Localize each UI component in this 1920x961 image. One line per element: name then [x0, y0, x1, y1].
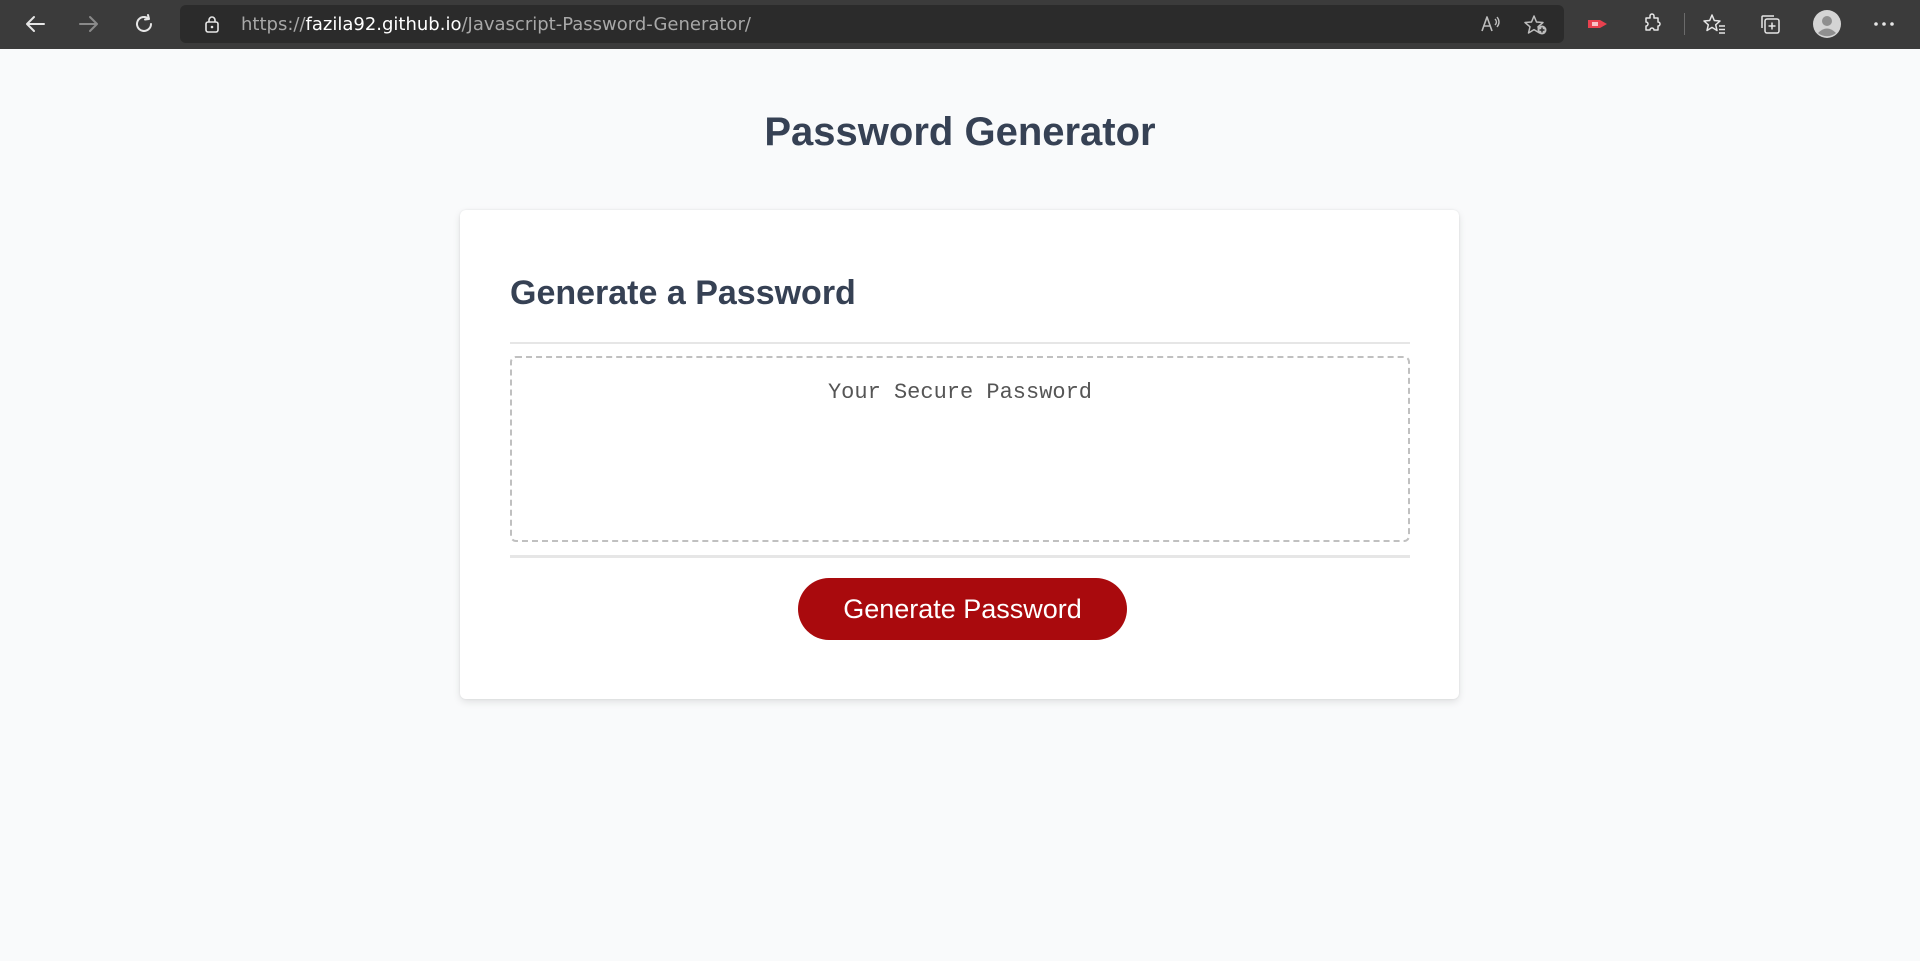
favorites-icon: [1703, 14, 1725, 34]
collections-icon: [1761, 15, 1780, 34]
lock-icon[interactable]: [204, 15, 220, 38]
profile-button[interactable]: [1810, 8, 1844, 40]
back-button[interactable]: [18, 8, 52, 40]
read-aloud-icon[interactable]: [1480, 14, 1502, 39]
url-scheme: https://: [241, 14, 306, 35]
more-button[interactable]: [1867, 8, 1901, 40]
more-icon: [1874, 22, 1894, 26]
extension-red-icon: [1588, 20, 1607, 28]
add-favorite-icon[interactable]: [1524, 14, 1548, 41]
back-icon: [26, 16, 45, 32]
url-path: /Javascript-Password-Generator/: [461, 14, 751, 35]
extensions-icon: [1645, 13, 1661, 31]
forward-icon: [79, 16, 98, 32]
browser-toolbar: https://fazila92.github.io/Javascript-Pa…: [0, 0, 1920, 49]
card-title: Generate a Password: [510, 274, 856, 312]
address-bar[interactable]: https://fazila92.github.io/Javascript-Pa…: [180, 5, 1564, 43]
page-content: Password Generator Generate a Password G…: [0, 49, 1920, 961]
password-output[interactable]: [510, 356, 1410, 542]
card-divider-bottom: [510, 555, 1410, 558]
page-title: Password Generator: [764, 110, 1156, 154]
favorites-button[interactable]: [1698, 8, 1732, 40]
forward-button[interactable]: [72, 8, 106, 40]
extension-red-button[interactable]: [1581, 8, 1615, 40]
generator-card: Generate a Password Generate Password: [460, 210, 1459, 699]
profile-avatar-icon: [1813, 10, 1841, 38]
card-divider-top: [510, 342, 1410, 344]
toolbar-separator: [1684, 13, 1685, 35]
extensions-button[interactable]: [1636, 8, 1670, 40]
url-host: fazila92.github.io: [305, 14, 462, 35]
refresh-icon: [136, 14, 152, 32]
collections-button[interactable]: [1753, 8, 1787, 40]
generate-password-button[interactable]: Generate Password: [798, 578, 1127, 640]
refresh-button[interactable]: [127, 8, 161, 40]
url-text[interactable]: https://fazila92.github.io/Javascript-Pa…: [241, 15, 751, 34]
